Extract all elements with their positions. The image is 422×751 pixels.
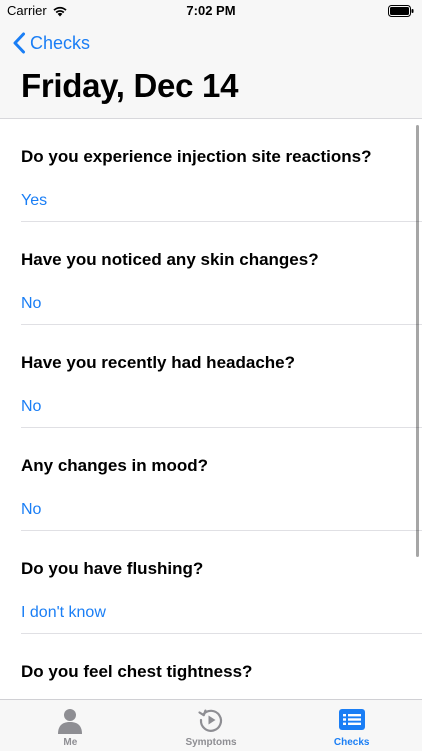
back-button-label: Checks	[30, 32, 91, 53]
check-item: Have you recently had headache? No	[21, 325, 422, 428]
check-item: Do you feel chest tightness?	[21, 634, 422, 699]
status-time: 7:02 PM	[186, 3, 236, 18]
tab-checks[interactable]: Checks	[281, 700, 422, 751]
back-button[interactable]: Checks	[12, 32, 90, 54]
battery-icon	[388, 5, 414, 17]
chevron-left-icon	[13, 32, 25, 54]
check-item: Have you noticed any skin changes? No	[21, 222, 422, 325]
check-question: Any changes in mood?	[21, 456, 209, 475]
check-item: Do you experience injection site reactio…	[21, 119, 422, 222]
check-question: Do you experience injection site reactio…	[21, 147, 372, 166]
status-bar: Carrier 7:02 PM	[0, 0, 422, 22]
checks-list[interactable]: Do you experience injection site reactio…	[0, 119, 422, 699]
tab-me[interactable]: Me	[0, 700, 141, 751]
check-item: Do you have flushing? I don't know	[21, 531, 422, 634]
tab-checks-label: Checks	[333, 737, 370, 748]
check-answer[interactable]: No	[21, 398, 41, 416]
tab-bar: Me Symptoms Checks	[0, 699, 422, 751]
check-question: Have you recently had headache?	[21, 353, 295, 372]
person-icon	[58, 709, 83, 734]
check-question: Do you feel chest tightness?	[21, 662, 253, 681]
page-title: Friday, Dec 14	[21, 67, 239, 104]
check-answer[interactable]: Yes	[21, 192, 47, 210]
tab-symptoms[interactable]: Symptoms	[141, 700, 282, 751]
check-question: Do you have flushing?	[21, 559, 204, 578]
tab-me-label: Me	[63, 737, 78, 748]
checklist-icon	[338, 709, 365, 730]
check-item: Any changes in mood? No	[21, 428, 422, 531]
check-answer[interactable]: No	[21, 295, 41, 313]
navigation-header: Carrier 7:02 PM Checks Friday, Dec 14	[0, 0, 422, 119]
tab-symptoms-label: Symptoms	[185, 737, 237, 748]
check-answer[interactable]: No	[21, 501, 41, 519]
check-answer[interactable]: I don't know	[21, 604, 106, 622]
check-question: Have you noticed any skin changes?	[21, 250, 319, 269]
symptoms-history-icon	[198, 709, 222, 732]
scroll-indicator[interactable]	[416, 125, 419, 557]
